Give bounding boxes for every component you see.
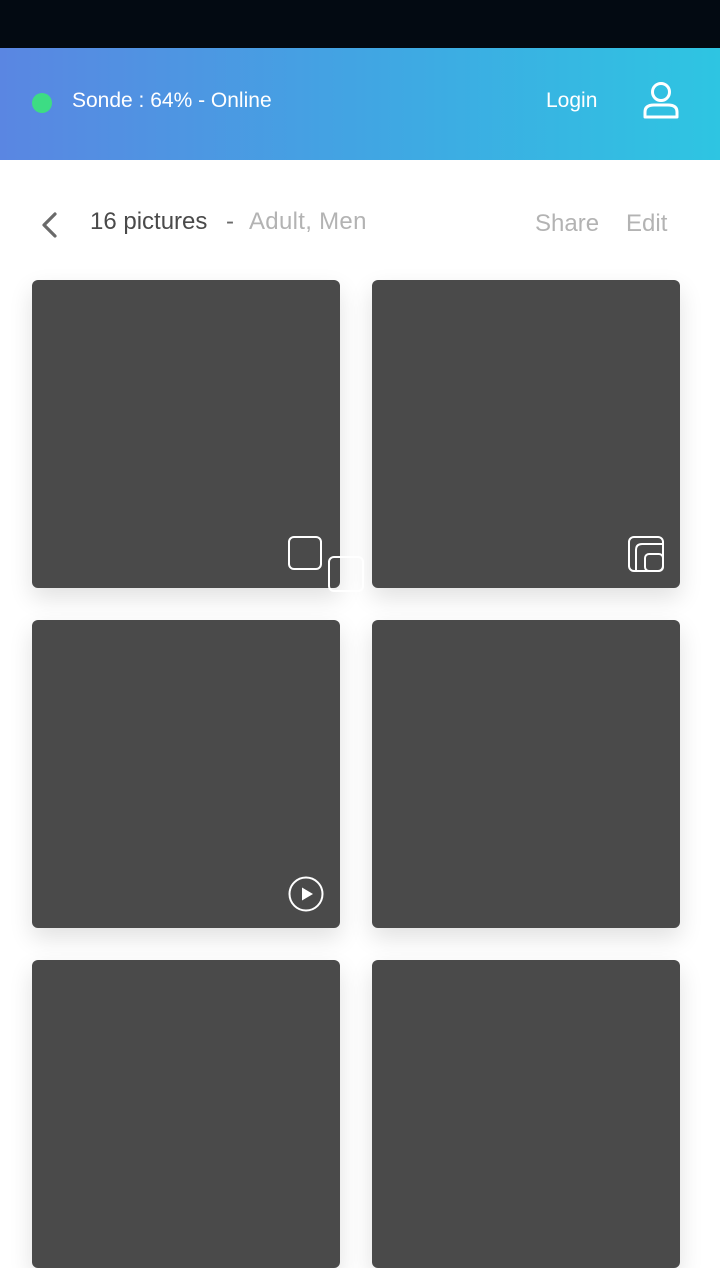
tag-list: Adult, Men [249,208,367,235]
select-box-icon[interactable] [288,536,322,570]
system-status-bar [0,0,720,48]
play-icon[interactable] [288,876,324,912]
picture-count: 16 pictures [90,208,208,235]
gallery-tile[interactable] [372,960,680,1268]
gallery-tile[interactable] [32,280,340,588]
gallery-tile[interactable] [32,620,340,928]
gallery-tile[interactable] [32,960,340,1268]
user-icon[interactable] [640,81,682,121]
share-button[interactable]: Share [535,210,599,238]
gallery-tile[interactable] [372,620,680,928]
online-status-dot [32,93,52,113]
edit-button[interactable]: Edit [626,210,667,238]
app-header: Sonde : 64% - Online Login [0,48,720,160]
gallery-icon [628,536,664,572]
title-separator: - [226,208,234,235]
chevron-left-icon[interactable] [34,208,66,242]
select-box-icon[interactable] [328,556,364,592]
login-button[interactable]: Login [546,89,597,113]
gallery-tile[interactable] [372,280,680,588]
gallery-subheader: 16 pictures - Adult, Men Share Edit [0,160,720,280]
status-text: Sonde : 64% - Online [72,89,272,112]
